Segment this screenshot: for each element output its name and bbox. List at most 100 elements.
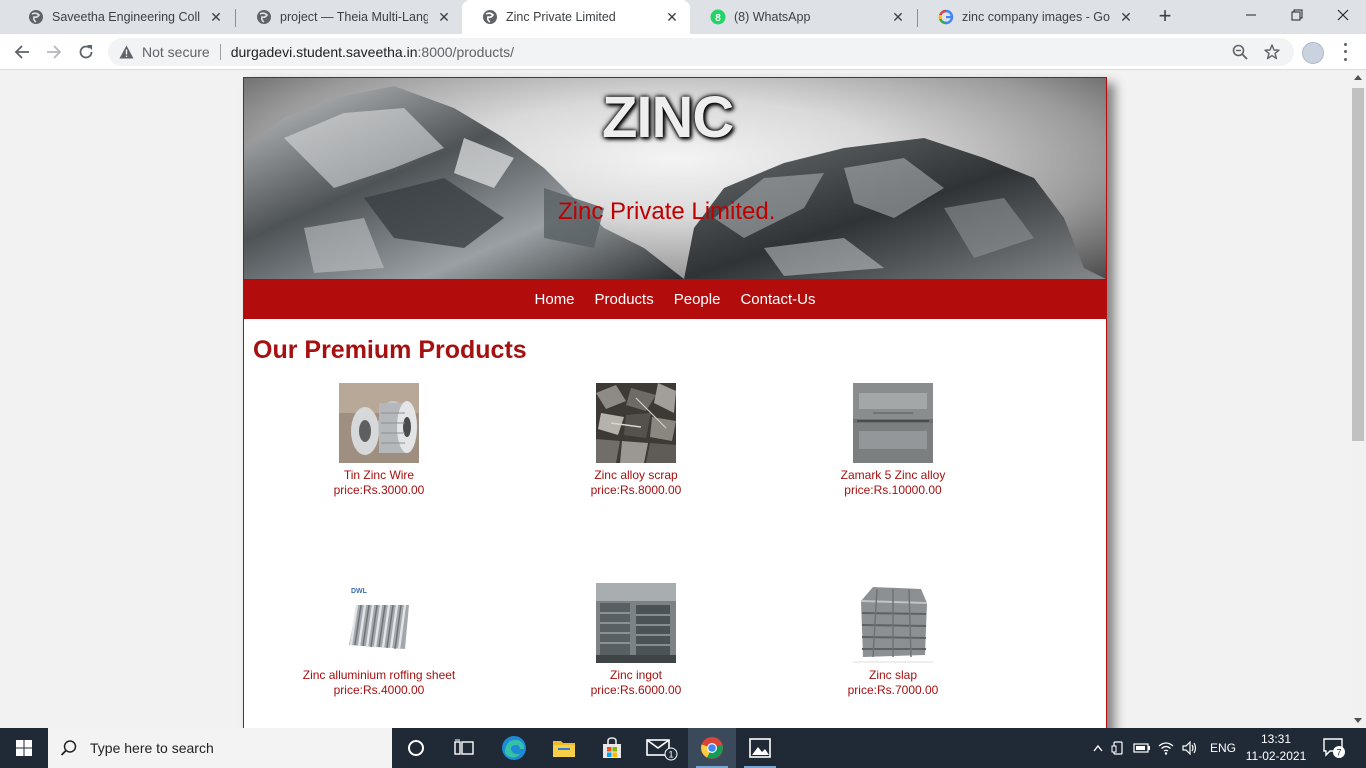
task-view-icon bbox=[454, 739, 474, 755]
photos-icon bbox=[749, 738, 771, 758]
product-name[interactable]: Zinc slap bbox=[773, 668, 1013, 683]
svg-text:8: 8 bbox=[715, 13, 721, 24]
forward-button[interactable] bbox=[42, 40, 66, 64]
product-image-scrap[interactable] bbox=[596, 383, 676, 463]
device-icon[interactable] bbox=[1106, 741, 1130, 755]
tab-strip: Saveetha Engineering College ✕ project —… bbox=[0, 0, 1366, 34]
product-card[interactable]: Zinc ingot price:Rs.6000.00 bbox=[516, 583, 756, 698]
restore-icon bbox=[1291, 9, 1303, 21]
zoom-icon[interactable] bbox=[1228, 38, 1252, 66]
product-price: price:Rs.3000.00 bbox=[333, 483, 425, 497]
tab-whatsapp[interactable]: 8 (8) WhatsApp ✕ bbox=[690, 0, 916, 34]
product-price: price:Rs.7000.00 bbox=[847, 683, 939, 697]
profile-avatar[interactable] bbox=[1302, 42, 1324, 64]
file-explorer-button[interactable] bbox=[540, 728, 588, 768]
edge-taskbar-button[interactable] bbox=[490, 728, 538, 768]
url-path: :8000/products/ bbox=[417, 44, 515, 60]
product-card[interactable]: Zamark 5 Zinc alloy price:Rs.10000.00 bbox=[773, 383, 1013, 498]
nav-products[interactable]: Products bbox=[595, 291, 654, 308]
product-card[interactable]: DWL Zinc alluminium roffing sheet price:… bbox=[259, 583, 499, 698]
product-image-roof-sheet[interactable]: DWL bbox=[339, 583, 419, 663]
task-view-button[interactable] bbox=[440, 728, 488, 768]
site-navbar: Home Products People Contact-Us bbox=[244, 279, 1106, 319]
globe-icon bbox=[256, 9, 272, 25]
battery-icon[interactable] bbox=[1130, 742, 1154, 754]
store-button[interactable] bbox=[588, 728, 636, 768]
scroll-down-icon[interactable] bbox=[1354, 718, 1362, 723]
product-name[interactable]: Tin Zinc Wire bbox=[259, 468, 499, 483]
nav-contact-us[interactable]: Contact-Us bbox=[740, 291, 815, 308]
product-image-ingot-stack[interactable] bbox=[596, 583, 676, 663]
close-tab-icon[interactable]: ✕ bbox=[206, 7, 226, 27]
tab-title: (8) WhatsApp bbox=[734, 10, 811, 24]
language-indicator[interactable]: ENG bbox=[1210, 741, 1236, 755]
product-name[interactable]: Zinc ingot bbox=[516, 668, 756, 683]
security-label[interactable]: Not secure bbox=[142, 44, 210, 60]
product-name[interactable]: Zamark 5 Zinc alloy bbox=[773, 468, 1013, 483]
product-image-wire-spool[interactable] bbox=[339, 383, 419, 463]
close-tab-icon[interactable]: ✕ bbox=[662, 7, 682, 27]
start-button[interactable] bbox=[0, 728, 48, 768]
browser-toolbar: Not secure durgadevi.student.saveetha.in… bbox=[0, 34, 1366, 70]
divider bbox=[219, 44, 221, 60]
notification-icon: 7 bbox=[1323, 738, 1345, 758]
product-name[interactable]: Zinc alluminium roffing sheet bbox=[259, 668, 499, 683]
tab-google[interactable]: zinc company images - Google ✕ bbox=[918, 0, 1144, 34]
product-card[interactable]: Zinc slap price:Rs.7000.00 bbox=[773, 583, 1013, 698]
notification-center-button[interactable]: 7 bbox=[1322, 737, 1346, 759]
photos-taskbar-button[interactable] bbox=[736, 728, 784, 768]
svg-text:7: 7 bbox=[1336, 748, 1341, 758]
volume-icon[interactable] bbox=[1178, 741, 1202, 755]
restore-button[interactable] bbox=[1274, 0, 1320, 30]
chrome-taskbar-button[interactable] bbox=[688, 728, 736, 768]
clock-date: 11-02-2021 bbox=[1245, 749, 1307, 763]
tab-title: zinc company images - Google bbox=[962, 10, 1110, 24]
close-window-button[interactable] bbox=[1320, 0, 1366, 30]
product-name[interactable]: Zinc alloy scrap bbox=[516, 468, 756, 483]
tab-theia[interactable]: project — Theia Multi-Language ✕ bbox=[236, 0, 462, 34]
product-image-ingot-bar[interactable] bbox=[853, 383, 933, 463]
product-card[interactable]: Zinc alloy scrap price:Rs.8000.00 bbox=[516, 383, 756, 498]
tab-zinc-active[interactable]: Zinc Private Limited ✕ bbox=[462, 0, 690, 34]
product-image-slab-stack[interactable] bbox=[853, 583, 933, 663]
product-price: price:Rs.6000.00 bbox=[590, 683, 682, 697]
wifi-icon[interactable] bbox=[1154, 741, 1178, 755]
banner-company-name: Zinc Private Limited. bbox=[558, 198, 776, 225]
search-placeholder: Type here to search bbox=[90, 740, 214, 756]
reload-button[interactable] bbox=[74, 40, 98, 64]
mail-icon: 1 bbox=[646, 739, 678, 761]
cortana-button[interactable] bbox=[392, 728, 440, 768]
google-icon bbox=[938, 9, 954, 25]
back-button[interactable] bbox=[10, 40, 34, 64]
menu-kebab-icon[interactable] bbox=[1338, 41, 1352, 63]
new-tab-button[interactable]: + bbox=[1154, 5, 1176, 28]
mail-button[interactable]: 1 bbox=[638, 728, 686, 768]
chevron-up-icon[interactable] bbox=[1090, 744, 1106, 752]
url-text[interactable]: durgadevi.student.saveetha.in:8000/produ… bbox=[231, 44, 514, 60]
clock-time: 13:31 bbox=[1260, 732, 1292, 746]
close-tab-icon[interactable]: ✕ bbox=[888, 7, 908, 27]
scroll-thumb[interactable] bbox=[1352, 88, 1364, 441]
cortana-icon bbox=[408, 740, 424, 756]
banner-logo-text: ZINC bbox=[602, 85, 734, 150]
store-icon bbox=[603, 737, 621, 758]
nav-people[interactable]: People bbox=[674, 291, 721, 308]
nav-home[interactable]: Home bbox=[535, 291, 575, 308]
page-scrollbar[interactable] bbox=[1350, 70, 1366, 728]
globe-icon bbox=[482, 9, 498, 25]
windows-logo-icon bbox=[16, 740, 32, 756]
taskbar-clock[interactable]: 13:31 11-02-2021 bbox=[1240, 731, 1312, 765]
warning-icon[interactable] bbox=[118, 44, 134, 60]
scroll-up-icon[interactable] bbox=[1354, 75, 1362, 80]
tab-title: Saveetha Engineering College bbox=[52, 10, 200, 24]
minimize-button[interactable] bbox=[1228, 0, 1274, 30]
tab-saveetha[interactable]: Saveetha Engineering College ✕ bbox=[8, 0, 234, 34]
page-viewport: ZINC Zinc Private Limited. Home Products… bbox=[0, 70, 1350, 728]
product-card[interactable]: Tin Zinc Wire price:Rs.3000.00 bbox=[259, 383, 499, 498]
taskbar-search-input[interactable]: Type here to search bbox=[48, 728, 392, 768]
close-tab-icon[interactable]: ✕ bbox=[1116, 7, 1136, 27]
address-bar[interactable]: Not secure durgadevi.student.saveetha.in… bbox=[108, 38, 1294, 66]
close-tab-icon[interactable]: ✕ bbox=[434, 7, 454, 27]
close-icon bbox=[1337, 9, 1349, 21]
bookmark-star-icon[interactable] bbox=[1260, 38, 1284, 66]
